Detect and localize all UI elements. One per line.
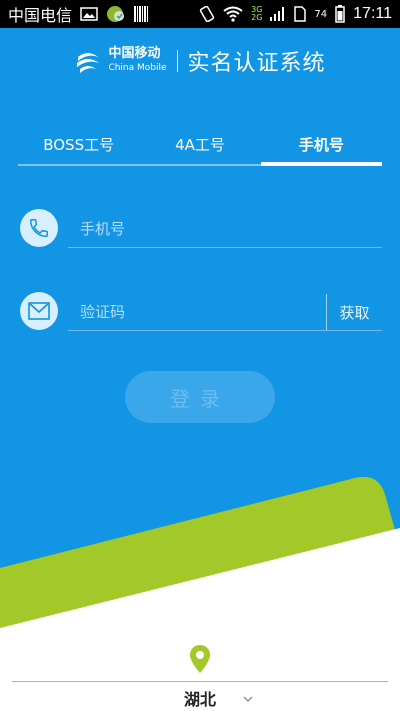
tab-boss[interactable]: BOSS工号 [18,130,140,166]
phone-icon [30,219,48,237]
tab-4a-underline [139,164,261,166]
status-left: 中国电信 [8,2,149,26]
brand-en: China Mobile [108,63,167,73]
header-divider [176,50,178,72]
logo-text: 中国移动 China Mobile [108,47,166,75]
phone-icon-circle [20,209,58,247]
tab-phone-label: 手机号 [298,136,344,154]
tab-phone[interactable]: 手机号 [260,130,382,166]
code-input[interactable] [68,303,324,321]
app-notification-icon [107,6,125,22]
sim-icon [294,6,307,22]
battery-level: 74 [314,8,328,20]
china-mobile-logo-icon [77,53,100,73]
mail-icon [28,302,50,320]
tab-4a-label: 4A工号 [175,136,225,154]
china-mobile-logo: 中国移动 China Mobile [74,47,167,75]
page-title: 实名认证系统 [187,51,326,76]
brand-cn: 中国移动 [108,46,161,61]
phone-field [68,211,382,248]
code-row: 获取 [18,286,382,338]
app-header: 中国移动 China Mobile 实名认证系统 [0,28,400,94]
phone-row [18,203,382,255]
tab-4a[interactable]: 4A工号 [139,130,261,166]
region-divider [12,681,388,682]
clock: 17:11 [353,5,392,22]
image-notification-icon [80,7,98,21]
network-type-bottom: 2G [251,13,263,22]
status-bar: 中国电信 3G 2G 74 17:11 [0,0,400,28]
get-code-button[interactable]: 获取 [326,294,382,330]
network-type: 3G 2G [251,6,262,22]
location-pin-icon [190,645,210,673]
tab-phone-underline [260,162,382,166]
status-right: 3G 2G 74 17:11 [199,5,392,23]
code-underline-ext [324,330,382,331]
mail-icon-circle [20,292,58,330]
carrier-name: 中国电信 [8,6,73,25]
barcode-notification-icon [134,6,149,22]
vibrate-icon [199,6,215,22]
battery-icon [335,5,345,23]
signal-icon [270,7,285,21]
tab-boss-label: BOSS工号 [43,136,115,154]
login-screen: 中国移动 China Mobile 实名认证系统 BOSS工号 4A工号 手机号 [0,28,400,711]
wifi-icon [223,6,243,22]
chevron-down-icon [243,696,253,702]
login-tabs: BOSS工号 4A工号 手机号 [18,130,382,166]
region-name: 湖北 [183,690,216,709]
tab-boss-underline [18,164,140,166]
phone-input[interactable] [68,220,382,238]
code-field [68,294,324,331]
login-button[interactable]: 登录 [125,371,275,423]
region-selector[interactable]: 湖北 [0,638,400,711]
